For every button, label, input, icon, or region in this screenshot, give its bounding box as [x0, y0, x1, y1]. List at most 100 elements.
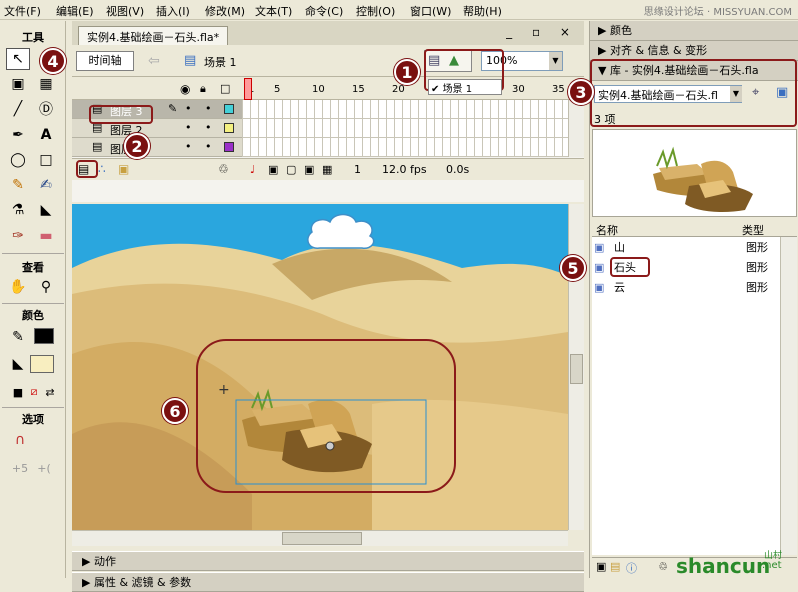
paint-bucket-icon[interactable]: ◣ [34, 199, 58, 221]
zoom-dropdown-icon[interactable]: ▼ [549, 52, 562, 70]
timeline-toggle-button[interactable]: 时间轴 [76, 51, 134, 71]
elapsed-time: 0.0s [446, 163, 470, 176]
text-tool-icon[interactable]: A [34, 124, 58, 146]
window-controls[interactable]: _ ▫ × [506, 25, 578, 39]
lock-dot[interactable]: • [205, 102, 212, 115]
outline-icon[interactable]: □ [220, 82, 230, 95]
actions-panel-title: 动作 [93, 555, 116, 568]
visibility-dot[interactable]: • [185, 102, 192, 115]
delete-icon[interactable]: ♲ [658, 560, 668, 573]
align-panel-bar[interactable]: ▶ 对齐 & 信息 & 变形 [590, 41, 798, 61]
pen-tool-icon[interactable]: ✒ [6, 124, 30, 146]
scroll-thumb[interactable] [282, 532, 362, 545]
delete-layer-icon[interactable]: ♲ [218, 162, 229, 176]
actions-panel-bar[interactable]: ▶ 动作 [72, 551, 584, 571]
timeline-scrollbar[interactable] [568, 100, 584, 157]
menu-insert[interactable]: 插入(I) [156, 3, 190, 19]
library-item[interactable]: ▣ 山 图形 [592, 238, 797, 257]
layer-frames-3[interactable] [242, 100, 568, 119]
color-title: 颜色 [22, 309, 44, 322]
scene-menu-item[interactable]: 场景 1 [443, 84, 473, 95]
lock-icon[interactable]: 🔒︎ [200, 82, 206, 96]
site-watermark-top: 思缘设计论坛 · MISSYUAN.COM [643, 7, 792, 18]
library-preview [592, 129, 797, 217]
brush-tool-icon[interactable]: ✍ [34, 174, 58, 196]
hand-tool-icon[interactable]: ✋ [6, 276, 30, 298]
new-folder-icon[interactable]: ▤ [610, 560, 620, 573]
frame-rate: 12.0 fps [382, 163, 427, 176]
properties-panel-bar[interactable]: ▶ 属性 & 滤镜 & 参数 [72, 572, 584, 592]
callout-3-highlight [590, 59, 797, 127]
scroll-thumb[interactable] [570, 354, 583, 384]
outline-color-swatch[interactable] [224, 104, 234, 114]
layer-row-1[interactable]: ▤ 图层 1 • • [72, 138, 242, 157]
pencil-tool-icon[interactable]: ✎ [6, 174, 30, 196]
callout-3: 3 [568, 79, 594, 105]
new-symbol-icon[interactable]: ▣ [596, 560, 606, 573]
scene-menu-popup[interactable]: ✔ 场景 1 [428, 79, 502, 95]
gradient-transform-icon[interactable]: ▦ [34, 73, 58, 95]
menu-modify[interactable]: 修改(M) [205, 3, 245, 19]
layer-icon: ▤ [92, 140, 103, 153]
menu-edit[interactable]: 编辑(E) [56, 3, 94, 19]
graphic-symbol-icon: ▣ [594, 281, 605, 294]
ink-bottle-icon[interactable]: ⚗ [6, 199, 30, 221]
eraser-icon[interactable]: ▬ [34, 225, 58, 247]
column-type-header[interactable]: 类型 [742, 222, 764, 238]
stage-vertical-scrollbar[interactable] [568, 204, 584, 530]
lock-dot[interactable]: • [205, 140, 212, 153]
visibility-dot[interactable]: • [185, 121, 192, 134]
straighten-icon[interactable]: +( [32, 457, 56, 479]
frame-number: 5 [274, 84, 281, 95]
layer-frames-1[interactable] [242, 138, 568, 157]
add-guide-icon[interactable]: ∴ [98, 162, 106, 176]
callout-layer-highlight [89, 105, 153, 124]
lasso-tool-icon[interactable]: Ⓓ [34, 98, 58, 120]
column-name-header[interactable]: 名称 [596, 222, 618, 238]
selection-tool-icon[interactable]: ↖ [6, 48, 30, 70]
oval-tool-icon[interactable]: ◯ [6, 149, 30, 171]
menu-view[interactable]: 视图(V) [106, 3, 144, 19]
snap-magnet-icon[interactable]: ∩ [8, 429, 32, 451]
swap-colors-icon[interactable]: ⇄ [38, 381, 62, 403]
rectangle-tool-icon[interactable]: □ [34, 149, 58, 171]
menu-help[interactable]: 帮助(H) [463, 3, 502, 19]
playhead[interactable] [244, 78, 252, 100]
eyedropper-icon[interactable]: ✑ [6, 225, 30, 247]
properties-icon[interactable]: ⓘ [626, 560, 637, 576]
graphic-symbol-icon: ▣ [594, 261, 605, 274]
zoom-tool-icon[interactable]: ⚲ [34, 276, 58, 298]
stroke-color-swatch[interactable] [34, 328, 54, 344]
outline-color-swatch[interactable] [224, 142, 234, 152]
free-transform-icon[interactable]: ▣ [6, 73, 30, 95]
outline-color-swatch[interactable] [224, 123, 234, 133]
eye-icon[interactable]: ◉ [180, 82, 190, 96]
menu-commands[interactable]: 命令(C) [305, 3, 343, 19]
add-folder-icon[interactable]: ▣ [118, 162, 129, 176]
frame-number: 30 [512, 84, 525, 95]
color-panel-bar[interactable]: ▶ 颜色 [590, 21, 798, 41]
document-tab[interactable]: 实例4.基础绘画－石头.fla* [78, 26, 229, 45]
smooth-icon[interactable]: +5 [8, 457, 32, 479]
library-item[interactable]: ▣ 云 图形 [592, 278, 797, 297]
stage-horizontal-scrollbar[interactable] [72, 530, 568, 546]
layer-frames-2[interactable] [242, 119, 568, 138]
menu-text[interactable]: 文本(T) [255, 3, 292, 19]
back-arrow-icon[interactable]: ⇦ [148, 53, 160, 69]
edit-multiple-icon[interactable]: ▣ [304, 163, 314, 176]
onion-outline-icon[interactable]: ▢ [286, 163, 296, 176]
center-frame-icon[interactable]: ♩ [250, 163, 255, 176]
menu-control[interactable]: 控制(O) [356, 3, 395, 19]
lock-dot[interactable]: • [205, 121, 212, 134]
tools-divider [2, 253, 64, 254]
modify-markers-icon[interactable]: ▦ [322, 163, 332, 176]
menu-window[interactable]: 窗口(W) [410, 3, 451, 19]
align-panel-title: 对齐 & 信息 & 变形 [609, 44, 708, 57]
onion-skin-icon[interactable]: ▣ [268, 163, 278, 176]
fill-color-icon: ◣ [12, 356, 24, 372]
callout-1: 1 [394, 59, 420, 85]
visibility-dot[interactable]: • [185, 140, 192, 153]
fill-color-swatch[interactable] [30, 355, 54, 373]
line-tool-icon[interactable]: ╱ [6, 98, 30, 120]
menu-file[interactable]: 文件(F) [4, 3, 41, 19]
